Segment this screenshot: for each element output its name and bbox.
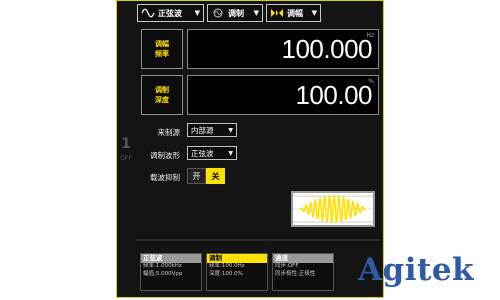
depth-value-field[interactable]: % 100.00 [187, 75, 379, 115]
depth-label-button[interactable]: 调制 深度 [141, 75, 183, 115]
source-label: 来制源 [157, 128, 181, 137]
sine-card-line1: 频率:1.000kHz [143, 263, 182, 269]
toggle-on-option[interactable]: 开 [187, 168, 206, 184]
channel-summary-card[interactable]: 通道 同步:OFF 同步极性:正极性 [272, 253, 334, 291]
channel-card-line1: 同步:OFF [275, 263, 299, 269]
instrument-panel: 正弦波 ▼ 调制 ▼ 调幅 ▼ 调幅 频率 Hz 100.000 调制 深度 % [116, 0, 384, 298]
chevron-down-icon: ▼ [253, 9, 259, 17]
freq-value: 100.000 [281, 34, 373, 64]
modulation-icon [211, 8, 225, 18]
waveform-dropdown[interactable]: 正弦波 ▼ [137, 4, 204, 22]
depth-label-line1: 调制 [155, 86, 169, 94]
freq-value-field[interactable]: Hz 100.000 [187, 29, 379, 69]
carrier-suppress-toggle[interactable]: 开 关 [187, 168, 225, 184]
chevron-down-icon: ▼ [311, 9, 317, 17]
carrier-suppress-label: 载波抑制 [150, 173, 180, 182]
mod-type-label: 调幅 [287, 8, 303, 18]
chevron-down-icon: ▼ [194, 9, 200, 17]
mod-wave-select[interactable]: 正弦波 ▼ [187, 146, 237, 160]
am-waveform-trace [299, 194, 367, 224]
depth-value: 100.00 [295, 80, 372, 110]
channel-card-line2: 同步极性:正极性 [275, 270, 316, 277]
channel-indicator[interactable]: 1 OFF [120, 137, 132, 162]
freq-label-line1: 调幅 [155, 40, 169, 48]
depth-label-line2: 深度 [155, 96, 169, 104]
chevron-down-icon: ▼ [228, 149, 233, 157]
am-icon [270, 8, 284, 18]
sine-summary-card[interactable]: 正弦波 频率:1.000kHz 幅值:5.000Vpp [140, 253, 202, 291]
channel-number: 1 [121, 136, 131, 152]
sine-wave-icon [141, 8, 155, 18]
am-waveform-graphic [292, 192, 374, 226]
chevron-down-icon: ▼ [228, 126, 233, 134]
sine-card-title: 正弦波 [141, 254, 201, 263]
mod-wave-value: 正弦波 [191, 148, 214, 158]
mod-card-title: 调制 [207, 254, 267, 263]
source-select[interactable]: 内部源 ▼ [187, 123, 237, 137]
channel-card-title: 通道 [273, 254, 333, 263]
source-value: 内部源 [191, 125, 214, 135]
freq-label-button[interactable]: 调幅 频率 [141, 29, 183, 69]
waveform-label: 正弦波 [158, 8, 182, 18]
divider [136, 239, 380, 241]
modulation-dropdown[interactable]: 调制 ▼ [207, 4, 263, 22]
mod-card-line2: 深度:100.0% [209, 270, 243, 277]
sine-card-line2: 幅值:5.000Vpp [143, 270, 183, 277]
freq-label-line2: 频率 [155, 50, 169, 58]
waveform-preview [291, 191, 375, 227]
mod-wave-label: 调制波形 [150, 151, 180, 160]
toggle-off-option[interactable]: 关 [206, 168, 225, 184]
channel-state: OFF [120, 155, 132, 162]
modulation-label: 调制 [228, 8, 244, 18]
watermark-logo: Agitek [358, 252, 475, 288]
mod-card-line1: 频率:100.0Hz [209, 263, 245, 269]
top-toolbar: 正弦波 ▼ 调制 ▼ 调幅 ▼ [137, 4, 321, 24]
mod-type-dropdown[interactable]: 调幅 ▼ [266, 4, 321, 22]
mod-summary-card[interactable]: 调制 频率:100.0Hz 深度:100.0% [206, 253, 268, 291]
